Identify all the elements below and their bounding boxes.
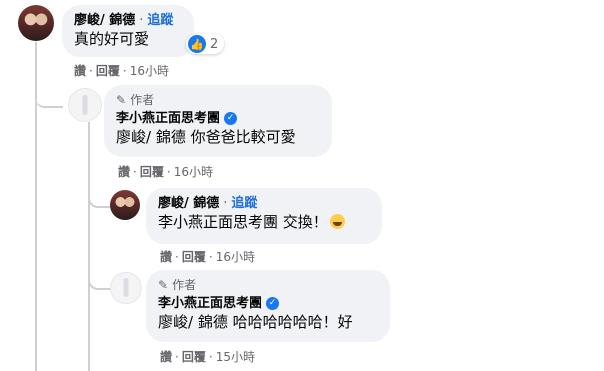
reply-button[interactable]: 回覆 <box>182 250 206 264</box>
reply-button[interactable]: 回覆 <box>182 350 206 364</box>
author-badge: ✎ 作者 <box>158 277 378 293</box>
comment-text: 廖峻/ 錦德 你爸爸比較可愛 <box>116 127 320 147</box>
comment-body: 交換！ <box>282 213 328 231</box>
timestamp[interactable]: 15小時 <box>216 350 255 364</box>
like-button[interactable]: 讚 <box>160 250 172 264</box>
pencil-icon: ✎ <box>116 93 127 107</box>
timestamp[interactable]: 16小時 <box>130 64 169 78</box>
separator-dot: · <box>122 64 127 78</box>
comment-text: 真的好可愛 <box>74 30 150 48</box>
comment-actions: 讚 · 回覆 · 15小時 <box>160 350 255 364</box>
comment-bubble: ✎ 作者 李小燕正面思考團 ✓ 廖峻/ 錦德 哈哈哈哈哈哈！好 <box>146 270 390 342</box>
commenter-name[interactable]: 李小燕正面思考團 <box>158 295 262 312</box>
separator-dot: · <box>139 13 144 28</box>
comment-bubble: 廖峻/ 錦德 · 追蹤 李小燕正面思考團 交換！ <box>146 188 382 244</box>
avatar[interactable] <box>110 272 142 304</box>
separator-dot: · <box>89 64 93 78</box>
mention-link[interactable]: 李小燕正面思考團 <box>158 213 278 231</box>
like-icon: 👍 <box>188 35 206 53</box>
commenter-name[interactable]: 廖峻/ 錦德 <box>74 12 135 29</box>
separator-dot: · <box>175 350 179 364</box>
follow-link[interactable]: 追蹤 <box>147 12 173 29</box>
thread-line-nested <box>88 122 90 371</box>
timestamp[interactable]: 16小時 <box>174 165 213 179</box>
avatar[interactable] <box>110 190 140 220</box>
separator-dot: · <box>208 350 213 364</box>
separator-dot: · <box>208 250 213 264</box>
author-label: 作者 <box>130 93 155 107</box>
comment-text: 廖峻/ 錦德 哈哈哈哈哈哈！好 <box>158 312 378 332</box>
like-button[interactable]: 讚 <box>74 64 86 78</box>
separator-dot: · <box>223 196 228 211</box>
mention-link[interactable]: 廖峻/ 錦德 <box>158 313 228 331</box>
comment-actions: 讚 · 回覆 · 16小時 <box>74 64 169 78</box>
commenter-name[interactable]: 廖峻/ 錦德 <box>158 195 219 212</box>
like-button[interactable]: 讚 <box>118 165 130 179</box>
comment-body: 你爸爸比較可愛 <box>190 128 296 146</box>
reply-button[interactable]: 回覆 <box>96 64 120 78</box>
avatar[interactable] <box>18 5 54 41</box>
comment-text: 李小燕正面思考團 交換！ <box>158 212 370 232</box>
timestamp[interactable]: 16小時 <box>216 250 255 264</box>
separator-dot: · <box>166 165 171 179</box>
mention-link[interactable]: 廖峻/ 錦德 <box>116 128 186 146</box>
avatar[interactable] <box>68 88 102 122</box>
separator-dot: · <box>175 250 179 264</box>
verified-icon: ✓ <box>224 112 238 125</box>
author-label: 作者 <box>172 278 197 292</box>
comment-body: 哈哈哈哈哈哈！好 <box>232 313 353 331</box>
reaction-number: 2 <box>210 36 219 52</box>
thread-curve-1 <box>35 82 63 108</box>
author-badge: ✎ 作者 <box>116 92 320 108</box>
commenter-name[interactable]: 李小燕正面思考團 <box>116 110 220 127</box>
comment-actions: 讚 · 回覆 · 16小時 <box>118 165 213 179</box>
verified-icon: ✓ <box>266 297 280 310</box>
comment-actions: 讚 · 回覆 · 16小時 <box>160 250 255 264</box>
follow-link[interactable]: 追蹤 <box>231 195 257 212</box>
rolling-laughing-emoji-icon <box>329 214 345 229</box>
thread-curve-3 <box>88 268 112 290</box>
pencil-icon: ✎ <box>158 278 169 292</box>
reply-button[interactable]: 回覆 <box>140 165 164 179</box>
separator-dot: · <box>133 165 137 179</box>
like-button[interactable]: 讚 <box>160 350 172 364</box>
reaction-count[interactable]: 👍 2 <box>186 34 225 54</box>
comment-bubble: ✎ 作者 李小燕正面思考團 ✓ 廖峻/ 錦德 你爸爸比較可愛 <box>104 85 332 157</box>
comment-bubble: 廖峻/ 錦德 · 追蹤 真的好可愛 <box>62 5 194 57</box>
thread-curve-2 <box>88 186 112 208</box>
